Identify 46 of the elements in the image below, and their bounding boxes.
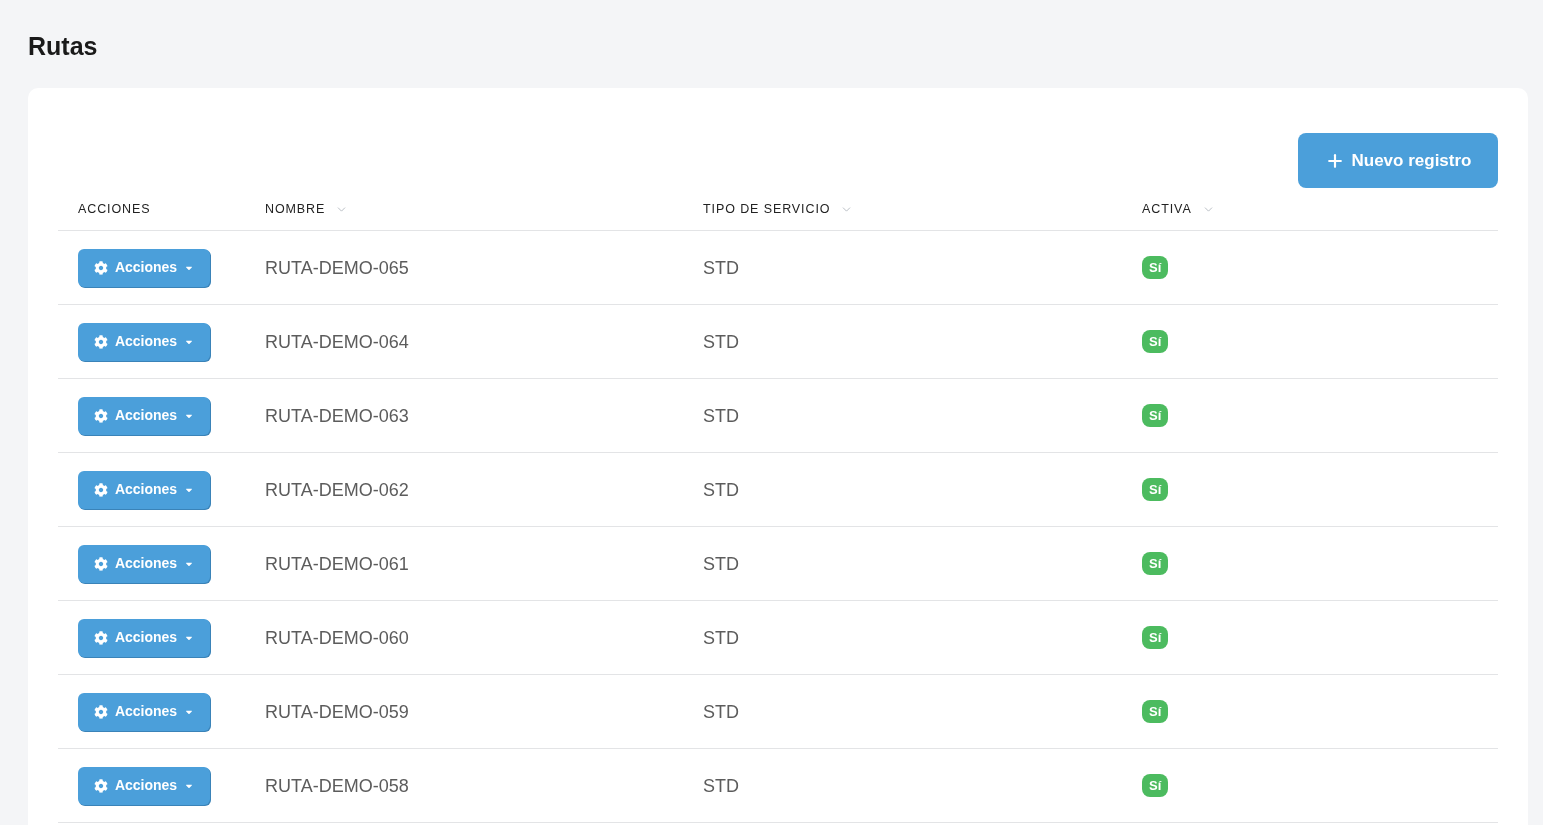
status-badge: Sí xyxy=(1142,774,1169,797)
table-cell-text: RUTA-DEMO-058 xyxy=(265,774,409,798)
table-cell-text: STD xyxy=(703,478,739,502)
actions-dropdown-button[interactable]: Acciones xyxy=(78,248,210,287)
actions-dropdown-button[interactable]: Acciones xyxy=(78,618,210,657)
gear-icon xyxy=(93,630,108,645)
column-header[interactable]: TIPO DE SERVICIO xyxy=(703,199,831,219)
table-cell-text: STD xyxy=(703,626,739,650)
table-cell-text: STD xyxy=(703,404,739,428)
table-cell-text: RUTA-DEMO-065 xyxy=(265,256,409,280)
status-badge: Sí xyxy=(1142,330,1169,353)
gear-icon xyxy=(93,556,108,571)
page-title: Rutas xyxy=(28,31,98,62)
gear-icon xyxy=(93,482,108,497)
status-badge: Sí xyxy=(1142,256,1169,279)
table-cell-text: STD xyxy=(703,256,739,280)
table-cell-text: RUTA-DEMO-064 xyxy=(265,330,409,354)
table-cell-text: RUTA-DEMO-063 xyxy=(265,404,409,428)
status-badge: Sí xyxy=(1142,700,1169,723)
gear-icon xyxy=(93,334,108,349)
column-header[interactable]: ACTIVA xyxy=(1142,199,1192,219)
table-cell-text: RUTA-DEMO-061 xyxy=(265,552,409,576)
new-record-button[interactable]: Nuevo registro xyxy=(1298,133,1498,188)
actions-dropdown-button[interactable]: Acciones xyxy=(78,544,210,583)
table-cell-text: STD xyxy=(703,330,739,354)
table-cell-text: STD xyxy=(703,774,739,798)
gear-icon xyxy=(93,778,108,793)
actions-dropdown-button[interactable]: Acciones xyxy=(78,766,210,805)
actions-dropdown-button[interactable]: Acciones xyxy=(78,322,210,361)
gear-icon xyxy=(93,408,108,423)
status-badge: Sí xyxy=(1142,552,1169,575)
table-cell-text: RUTA-DEMO-059 xyxy=(265,700,409,724)
table-cell-text: STD xyxy=(703,552,739,576)
status-badge: Sí xyxy=(1142,478,1169,501)
gear-icon xyxy=(93,260,108,275)
status-badge: Sí xyxy=(1142,626,1169,649)
table-cell-text: RUTA-DEMO-060 xyxy=(265,626,409,650)
gear-icon xyxy=(93,704,108,719)
actions-dropdown-button[interactable]: Acciones xyxy=(78,396,210,435)
table-cell-text: RUTA-DEMO-062 xyxy=(265,478,409,502)
status-badge: Sí xyxy=(1142,404,1169,427)
column-header: ACCIONES xyxy=(78,200,151,218)
table-cell-text: STD xyxy=(703,700,739,724)
actions-dropdown-button[interactable]: Acciones xyxy=(78,692,210,731)
actions-dropdown-button[interactable]: Acciones xyxy=(78,470,210,509)
column-header[interactable]: NOMBRE xyxy=(265,199,326,219)
